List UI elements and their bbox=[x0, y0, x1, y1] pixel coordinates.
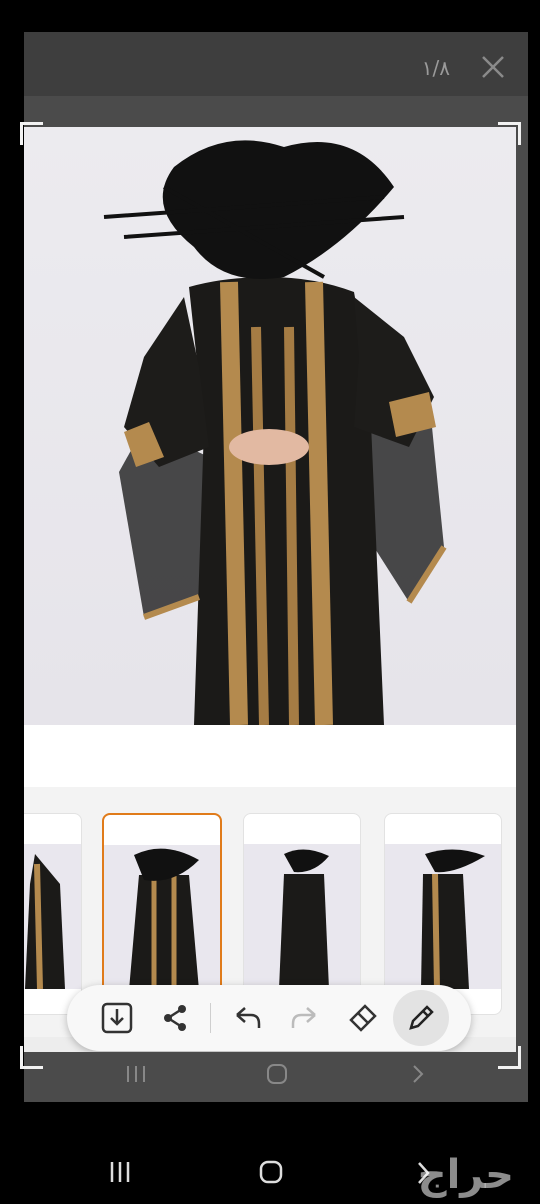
recents-icon[interactable] bbox=[106, 1160, 134, 1184]
thumbnail-image bbox=[104, 845, 220, 990]
eraser-icon[interactable] bbox=[343, 998, 383, 1038]
download-icon[interactable] bbox=[97, 998, 137, 1038]
recents-icon bbox=[127, 1066, 145, 1082]
thumbnail[interactable] bbox=[24, 813, 82, 1015]
crop-handle[interactable] bbox=[498, 1046, 521, 1069]
thumbnail-image bbox=[24, 844, 81, 990]
home-icon[interactable] bbox=[257, 1158, 285, 1186]
edit-toolbar bbox=[67, 985, 471, 1051]
haraj-logo: حراج bbox=[418, 1152, 514, 1198]
pen-tool-button[interactable] bbox=[393, 990, 449, 1046]
photo-caption-area bbox=[24, 725, 516, 787]
undo-icon[interactable] bbox=[227, 998, 267, 1038]
close-icon[interactable] bbox=[480, 54, 506, 80]
pen-icon bbox=[409, 1005, 434, 1030]
product-photo bbox=[24, 127, 516, 725]
crop-handle[interactable] bbox=[20, 1046, 43, 1069]
share-icon[interactable] bbox=[155, 998, 195, 1038]
crop-handle[interactable] bbox=[20, 122, 43, 145]
thumbnail-image bbox=[385, 844, 501, 990]
toolbar-divider bbox=[210, 1003, 211, 1033]
inner-navigation-bar bbox=[24, 1052, 528, 1102]
redo-icon[interactable] bbox=[285, 998, 325, 1038]
image-counter: ١/٨ bbox=[421, 56, 450, 80]
crop-handle[interactable] bbox=[498, 122, 521, 145]
back-icon bbox=[413, 1065, 424, 1083]
home-icon bbox=[267, 1064, 287, 1084]
dress-illustration bbox=[103, 140, 447, 725]
viewer-top-bar bbox=[24, 32, 528, 96]
thumbnail-image bbox=[244, 844, 360, 989]
svg-text:حراج: حراج bbox=[418, 1152, 514, 1198]
